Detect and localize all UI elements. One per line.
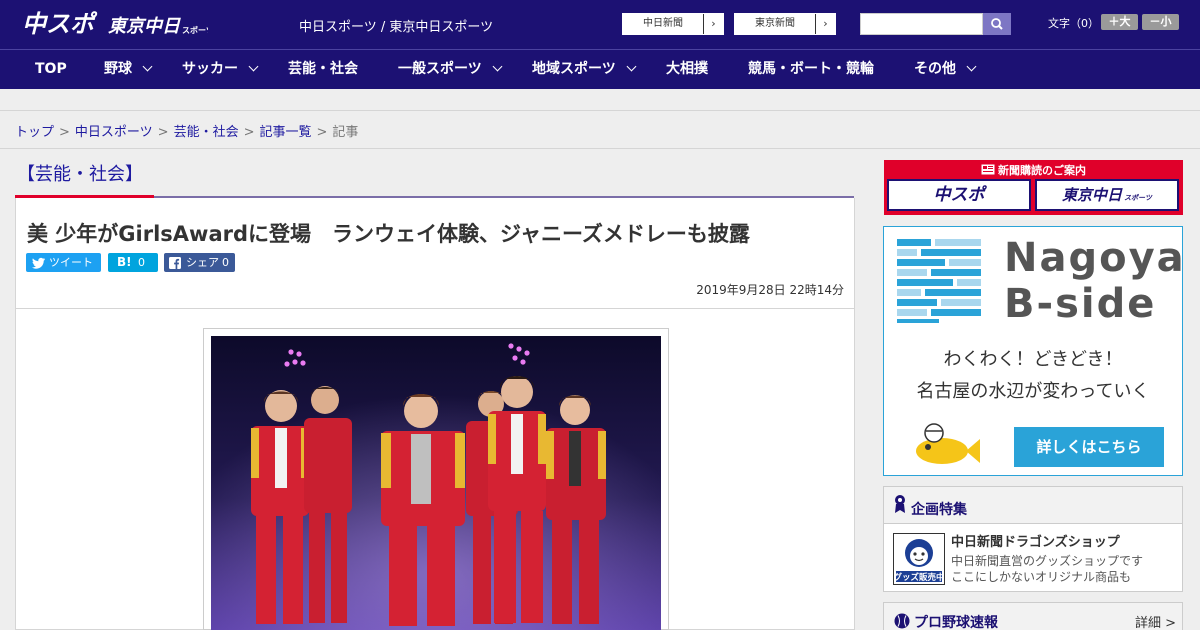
dragons-shop-desc1: 中日新聞直営のグッズショップです — [951, 554, 1144, 568]
breadcrumb: トップ > 中日スポーツ > 芸能・社会 > 記事一覧 > 記事 — [15, 121, 358, 140]
chevron-down-icon — [966, 61, 977, 72]
nav-item-other[interactable]: その他 — [914, 50, 977, 89]
article-date: 2019年9月28日 22時14分 — [696, 283, 844, 297]
bside-catch-line1: わくわく！どきどき！ — [943, 349, 1123, 370]
breadcrumb-separator: > — [157, 125, 169, 140]
dragons-shop-desc2: ここにしかないオリジナル商品も — [951, 570, 1132, 584]
breadcrumb-link-top[interactable]: トップ — [15, 125, 54, 140]
stage-performers-image — [211, 336, 661, 630]
chevron-right-icon: › — [815, 14, 835, 34]
svg-text:中スポ: 中スポ — [22, 11, 98, 38]
font-size-label: 文字（0） — [1048, 17, 1099, 30]
pro-baseball-more-link[interactable]: 詳細 > — [1135, 612, 1176, 630]
article-photo[interactable] — [211, 336, 661, 630]
nav-item-soccer[interactable]: サッカー — [182, 50, 259, 89]
tokyo-shimbun-label: 東京新聞 — [755, 18, 795, 29]
dragons-shop-link[interactable]: 中日新聞ドラゴンズショップ — [951, 531, 1120, 550]
special-features-title: 企画特集 — [911, 502, 967, 518]
breadcrumb-separator: > — [316, 125, 328, 140]
nav-item-entertainment[interactable]: 芸能・社会 — [288, 50, 358, 89]
bside-title: Nagoya B-side — [1004, 235, 1186, 327]
ribbon-icon — [895, 495, 905, 513]
site-switch-link[interactable]: 中日スポーツ / 東京中日スポーツ — [299, 16, 493, 35]
bside-catch-line2: 名古屋の水辺が変わっていく — [916, 381, 1150, 402]
tweet-button[interactable]: ツイート — [26, 253, 101, 272]
special-features-header: 企画特集 — [884, 487, 1182, 524]
subscription-banner: 新聞購読のご案内 中スポ 東京中日 スポーツ — [884, 160, 1183, 215]
breadcrumb-separator: > — [243, 125, 255, 140]
chevron-down-icon — [492, 61, 503, 72]
category-title: 【芸能・社会】 — [17, 164, 143, 185]
nav-item-baseball[interactable]: 野球 — [104, 50, 153, 89]
bside-detail-button[interactable]: 詳しくはこちら — [1014, 427, 1164, 467]
breadcrumb-link-chunichi-sports[interactable]: 中日スポーツ — [75, 125, 153, 140]
dragons-shop-thumbnail[interactable]: グッズ販売中 — [893, 533, 945, 585]
subscribe-tokyo-label: 東京中日 — [1062, 186, 1123, 204]
breadcrumb-current: 記事 — [332, 125, 359, 140]
facebook-icon — [169, 257, 181, 269]
subscribe-tokyo-chunichi-button[interactable]: 東京中日 スポーツ — [1035, 179, 1179, 211]
top-header: 中スポ 東京中日 スポーツ 中日スポーツ / 東京中日スポーツ 中日新聞 › 東… — [0, 0, 1200, 49]
font-bigger-button[interactable]: ＋大 — [1101, 14, 1138, 30]
article-photo-frame — [203, 328, 669, 630]
chunichi-shimbun-link[interactable]: 中日新聞 › — [622, 13, 724, 35]
bside-stripes-logo — [897, 239, 981, 323]
nav-item-racing[interactable]: 競馬・ボート・競輪 — [748, 50, 874, 89]
breadcrumb-separator: > — [59, 125, 70, 140]
search-icon — [991, 18, 1003, 30]
special-features-box: 企画特集 グッズ販売中 中日新聞ドラゴンズショップ 中日新聞直営のグッズショップ… — [883, 486, 1183, 592]
dragons-mascot-icon: グッズ販売中 — [893, 539, 945, 582]
article: 美 少年がGirlsAwardに登場 ランウェイ体験、ジャニーズメドレーも披露 … — [15, 198, 855, 630]
nagoya-bside-ad[interactable]: Nagoya B-side わくわく！どきどき！ 名古屋の水辺が変わっていく 詳… — [883, 226, 1186, 476]
hatena-bookmark-button[interactable]: B! 0 — [108, 253, 158, 272]
facebook-share-label: シェア — [186, 256, 219, 269]
nav-item-sumo[interactable]: 大相撲 — [666, 50, 708, 89]
twitter-icon — [32, 257, 45, 269]
tweet-label: ツイート — [49, 256, 93, 269]
chevron-down-icon — [142, 61, 153, 72]
search-button[interactable] — [983, 13, 1011, 35]
chevron-right-icon: › — [703, 14, 723, 34]
divider — [16, 308, 854, 309]
baseball-icon — [894, 613, 910, 629]
pro-baseball-box: プロ野球速報 詳細 > — [883, 602, 1183, 630]
hatena-count: 0 — [138, 256, 145, 269]
hatena-icon: B! — [117, 255, 132, 269]
chunichi-shimbun-label: 中日新聞 — [643, 18, 683, 29]
article-headline: 美 少年がGirlsAwardに登場 ランウェイ体験、ジャニーズメドレーも披露 — [27, 222, 750, 246]
nav-item-regional-sports[interactable]: 地域スポーツ — [532, 50, 637, 89]
facebook-share-count: 0 — [222, 256, 229, 269]
svg-text:スポーツ: スポーツ — [182, 25, 208, 35]
nav-item-general-sports[interactable]: 一般スポーツ — [398, 50, 503, 89]
svg-text:グッズ販売中: グッズ販売中 — [894, 572, 944, 582]
ad-band — [0, 89, 1200, 111]
search-input[interactable] — [860, 13, 983, 35]
tokyo-chunichi-sports-logo[interactable]: 東京中日 スポーツ — [108, 10, 208, 38]
subscribe-chuspo-button[interactable]: 中スポ — [887, 179, 1031, 211]
facebook-share-button[interactable]: シェア 0 — [164, 253, 235, 272]
chevron-down-icon — [248, 61, 259, 72]
fish-mascot-icon — [916, 423, 980, 464]
svg-text:東京中日: 東京中日 — [108, 16, 181, 36]
pro-baseball-title: プロ野球速報 — [914, 615, 998, 630]
breadcrumb-link-entertainment[interactable]: 芸能・社会 — [174, 125, 239, 140]
font-smaller-button[interactable]: －小 — [1142, 14, 1179, 30]
chuspo-logo[interactable]: 中スポ — [22, 8, 102, 38]
breadcrumb-link-article-list[interactable]: 記事一覧 — [260, 125, 312, 140]
subscribe-tokyo-sub: スポーツ — [1124, 194, 1152, 202]
subscription-title: 新聞購読のご案内 — [884, 162, 1183, 178]
breadcrumb-bar: トップ > 中日スポーツ > 芸能・社会 > 記事一覧 > 記事 — [0, 111, 1200, 149]
nav-item-top[interactable]: TOP — [35, 50, 67, 89]
tokyo-shimbun-link[interactable]: 東京新聞 › — [734, 13, 836, 35]
main-nav: TOP 野球 サッカー 芸能・社会 一般スポーツ 地域スポーツ 大相撲 競馬・ボ… — [0, 49, 1200, 89]
chevron-down-icon — [626, 61, 637, 72]
newspaper-icon — [981, 164, 995, 175]
